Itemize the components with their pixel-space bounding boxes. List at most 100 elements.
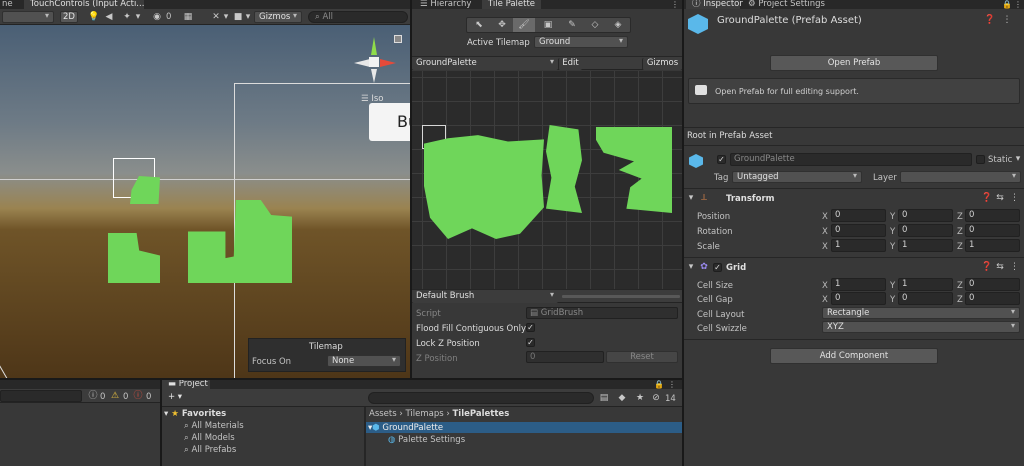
console-info-icon[interactable]: ⓘ [88, 391, 98, 401]
effects-dropdown-icon[interactable]: ▾ [134, 12, 142, 22]
grid-preset-icon[interactable]: ⇆ [995, 262, 1005, 272]
transform-foldout-icon[interactable]: ▾ [687, 193, 695, 203]
palette-grid-area[interactable] [412, 71, 682, 289]
position-y-field[interactable]: 0 [898, 209, 953, 222]
position-x-field[interactable]: 0 [831, 209, 886, 222]
console-search-input[interactable] [0, 390, 82, 402]
canvas-button-preview[interactable]: Bu [369, 103, 410, 141]
gizmos-dropdown[interactable]: Gizmos [254, 11, 302, 23]
cell-layout-dropdown[interactable]: Rectangle [822, 307, 1020, 319]
grid-help-icon[interactable]: ❓ [981, 262, 992, 272]
static-checkbox[interactable] [976, 155, 985, 164]
grid-snap-icon[interactable]: ▦ [182, 12, 194, 22]
add-component-button[interactable]: Add Component [770, 348, 938, 364]
cell-gap-x-field[interactable]: 0 [831, 292, 886, 305]
console-error-icon[interactable]: ⓘ [133, 391, 143, 401]
breadcrumb-tilemaps[interactable]: Tilemaps [405, 409, 443, 419]
mode-2d-toggle[interactable]: 2D [60, 11, 78, 23]
asset-help-icon[interactable]: ❓ [984, 15, 995, 25]
fav-item[interactable]: ⌕ All Models [184, 433, 235, 443]
hidden-packages-icon[interactable]: ⊘ [650, 393, 662, 403]
palette-dropdown[interactable]: GroundPalette [412, 58, 558, 70]
grid-menu-icon[interactable]: ⋮ [1010, 262, 1019, 272]
project-search-input[interactable] [368, 392, 594, 404]
audio-icon[interactable]: ◀ [104, 12, 114, 22]
asset-item[interactable]: ◍ Palette Settings [388, 435, 465, 445]
eraser-icon[interactable]: ◇ [585, 20, 605, 30]
tab-tile-palette[interactable]: Tile Palette [482, 0, 542, 9]
cell-gap-y-field[interactable]: 0 [898, 292, 953, 305]
gameobject-active-checkbox[interactable]: ✓ [717, 155, 726, 164]
favorites-foldout[interactable]: ▾ ★ Favorites [164, 409, 226, 419]
paint-brush-icon[interactable]: 🖌 [513, 18, 535, 32]
fill-bucket-icon[interactable]: ◈ [608, 20, 628, 30]
box-fill-icon[interactable]: ▣ [538, 20, 558, 30]
scene-search-input[interactable]: ⌕ All [308, 11, 408, 23]
transform-preset-icon[interactable]: ⇆ [995, 193, 1005, 203]
tag-dropdown[interactable]: Untagged [732, 171, 862, 183]
palette-menu-icon[interactable]: ⋮ [670, 0, 680, 10]
camera-dropdown-icon[interactable]: ▾ [244, 12, 252, 22]
visibility-icon[interactable]: ◉ [150, 12, 164, 22]
cell-size-x-field[interactable]: 1 [831, 278, 886, 291]
move-tool-icon[interactable]: ✥ [492, 20, 512, 30]
camera-icon[interactable]: ■ [232, 12, 244, 22]
brush-dropdown[interactable]: Default Brush [412, 291, 558, 303]
flood-fill-checkbox[interactable]: ✓ [526, 323, 535, 332]
open-prefab-button[interactable]: Open Prefab [770, 55, 938, 71]
effects-icon[interactable]: ✦ [122, 12, 132, 22]
scale-z-field[interactable]: 1 [965, 239, 1020, 252]
brush-splitter[interactable] [562, 295, 680, 298]
orientation-gizmo[interactable] [352, 35, 402, 87]
static-dropdown-icon[interactable]: ▾ [1014, 154, 1022, 164]
layer-dropdown[interactable] [900, 171, 1021, 183]
favorite-search-icon[interactable]: ★ [634, 393, 646, 403]
edit-palette-button[interactable]: Edit [558, 58, 582, 70]
asset-item[interactable]: ▾⬢ GroundPalette [368, 423, 443, 433]
cell-swizzle-dropdown[interactable]: XYZ [822, 321, 1020, 333]
cell-size-z-field[interactable]: 0 [965, 278, 1020, 291]
tab-project-settings[interactable]: ⚙ Project Settings [742, 0, 831, 9]
breadcrumb-tilepalettes[interactable]: TilePalettes [453, 409, 510, 419]
gizmo-center-cube[interactable] [369, 57, 379, 67]
fav-item[interactable]: ⌕ All Materials [184, 421, 244, 431]
gameobject-name-field[interactable]: GroundPalette [730, 153, 972, 166]
cell-gap-z-field[interactable]: 0 [965, 292, 1020, 305]
tools-dropdown-icon[interactable]: ▾ [222, 12, 230, 22]
tab-inspector[interactable]: ⓘ Inspector [686, 0, 743, 9]
gizmo-x-axis[interactable] [380, 59, 396, 67]
grid-foldout-icon[interactable]: ▾ [687, 262, 695, 272]
grid-enabled-checkbox[interactable]: ✓ [713, 263, 722, 272]
scale-y-field[interactable]: 1 [898, 239, 953, 252]
asset-menu-icon[interactable]: ⋮ [1002, 15, 1012, 25]
search-by-label-icon[interactable]: ◆ [616, 393, 628, 403]
rotation-z-field[interactable]: 0 [965, 224, 1020, 237]
gizmo-y-axis[interactable] [371, 37, 377, 55]
tab-project[interactable]: ▬ Project [162, 380, 210, 389]
position-z-field[interactable]: 0 [965, 209, 1020, 222]
scene-viewport[interactable]: Bu ☰ Iso Tilemap Focus On None [0, 25, 410, 378]
gizmo-neg-x-axis[interactable] [354, 59, 370, 67]
search-by-type-icon[interactable]: ▤ [598, 393, 610, 403]
console-warning-icon[interactable]: ⚠ [110, 391, 120, 401]
select-tool-icon[interactable]: ⬉ [469, 20, 489, 30]
gizmo-lock-icon[interactable] [394, 35, 402, 43]
tab-hierarchy[interactable]: ☰ Hierarchy [414, 0, 477, 9]
breadcrumb-assets[interactable]: Assets [369, 409, 397, 419]
transform-menu-icon[interactable]: ⋮ [1010, 193, 1019, 203]
shading-mode-dropdown[interactable] [2, 11, 54, 23]
tools-icon[interactable]: ✕ [210, 12, 222, 22]
scale-x-field[interactable]: 1 [831, 239, 886, 252]
tab-scene[interactable]: ne [0, 0, 15, 9]
focus-on-dropdown[interactable]: None [327, 355, 401, 367]
project-add-button[interactable]: + ▾ [164, 392, 186, 404]
fav-item[interactable]: ⌕ All Prefabs [184, 445, 236, 455]
cell-size-y-field[interactable]: 1 [898, 278, 953, 291]
lighting-icon[interactable]: 💡 [88, 12, 99, 22]
inspector-lock-icon[interactable]: 🔒 [1002, 0, 1012, 10]
picker-icon[interactable]: ✎ [562, 20, 582, 30]
gizmo-neg-y-axis[interactable] [371, 69, 377, 83]
active-tilemap-dropdown[interactable]: Ground [534, 36, 628, 48]
transform-help-icon[interactable]: ❓ [981, 193, 992, 203]
palette-gizmos-button[interactable]: Gizmos [642, 58, 682, 70]
